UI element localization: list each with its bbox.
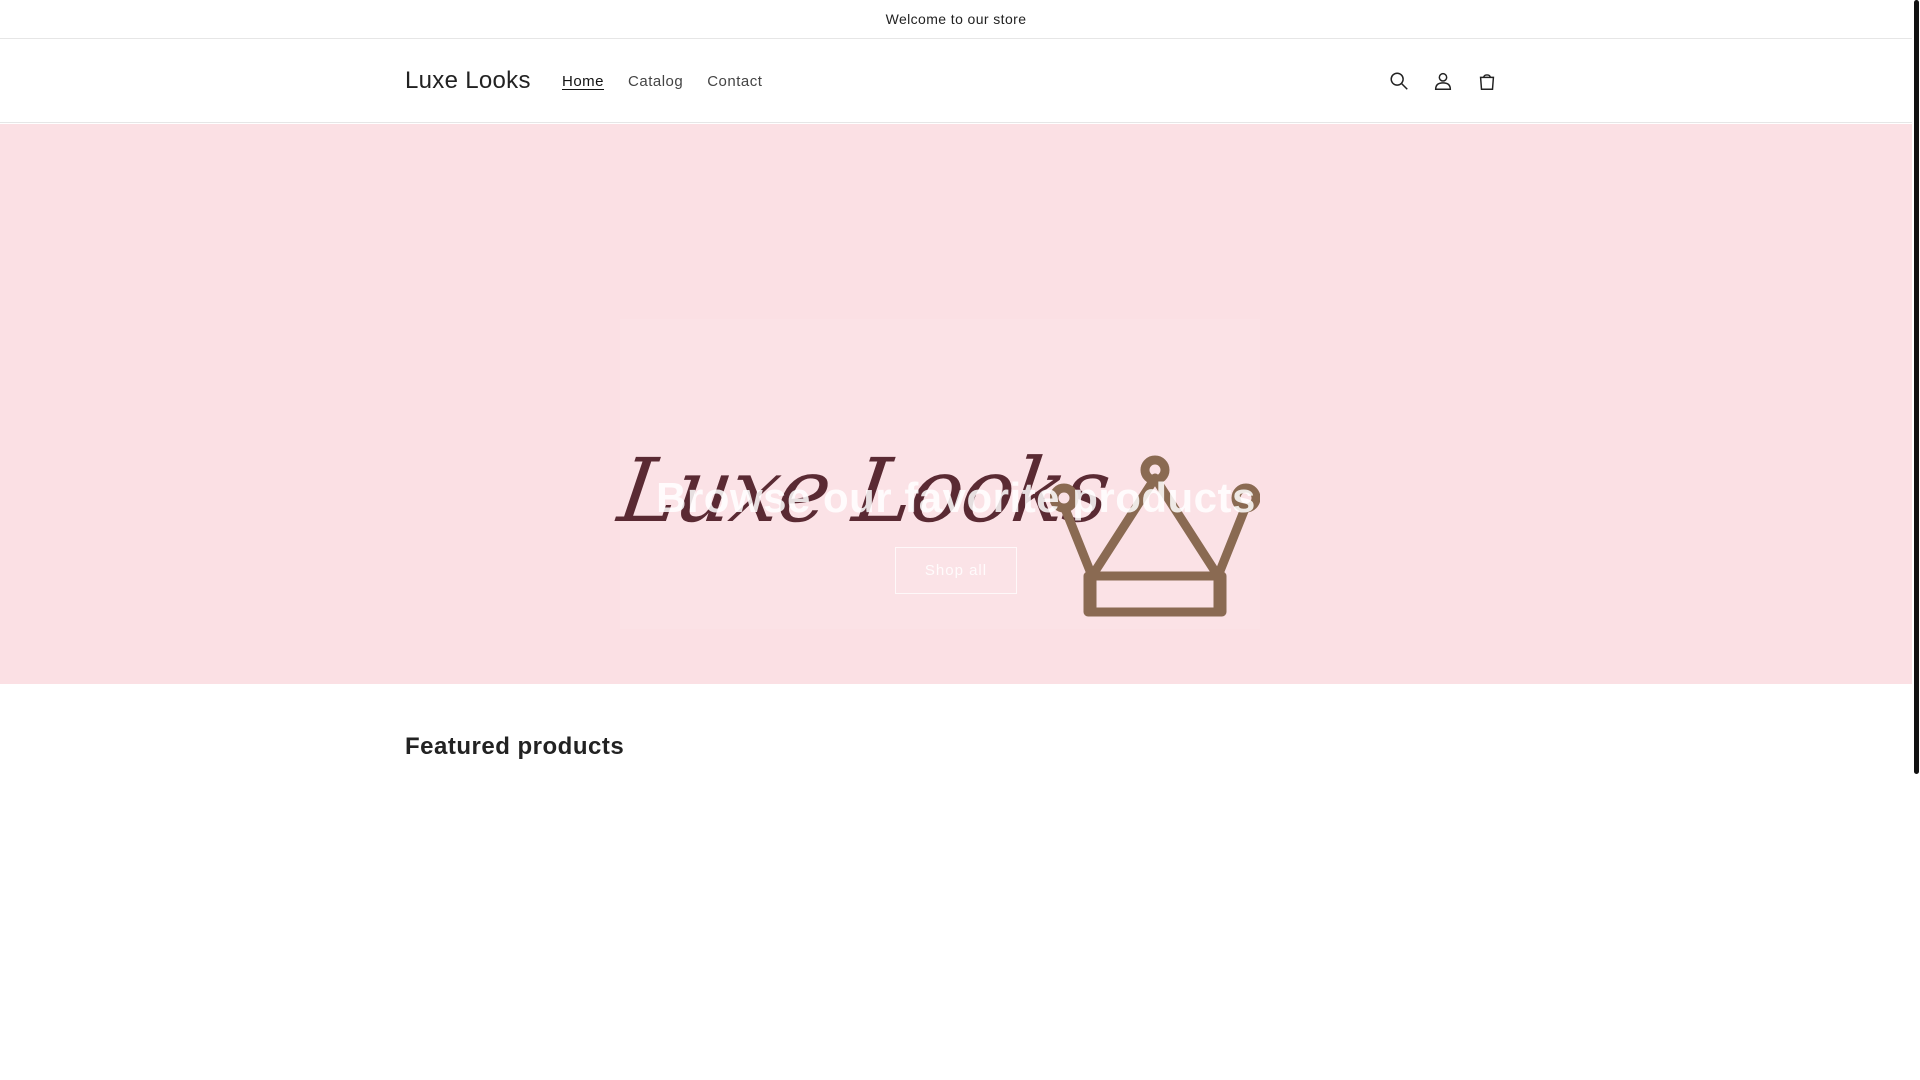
search-icon (1390, 72, 1408, 90)
shop-all-button[interactable]: Shop all (895, 547, 1017, 594)
nav-contact[interactable]: Contact (695, 65, 774, 98)
header-icons (1377, 39, 1509, 123)
storefront: Welcome to our store Luxe Looks Home Cat… (0, 0, 1912, 1080)
store-logo[interactable]: Luxe Looks (405, 39, 531, 123)
main-nav: Home Catalog Contact (550, 39, 774, 123)
page: Welcome to our store Luxe Looks Home Cat… (0, 0, 1920, 1080)
announcement-bar: Welcome to our store (0, 0, 1912, 39)
announcement-text: Welcome to our store (885, 11, 1027, 27)
cart-icon (1479, 74, 1495, 90)
account-button[interactable] (1421, 59, 1465, 103)
scrollbar-thumb[interactable] (1914, 0, 1919, 774)
site-header: Luxe Looks Home Catalog Contact (0, 39, 1912, 123)
nav-catalog[interactable]: Catalog (616, 65, 695, 98)
hero-banner: Luxe Looks Browse our favorite products … (0, 124, 1912, 684)
cart-button[interactable] (1465, 59, 1509, 103)
hero-heading: Browse our favorite products (656, 474, 1256, 521)
search-button[interactable] (1377, 59, 1421, 103)
featured-products-title: Featured products (405, 733, 625, 760)
nav-home[interactable]: Home (550, 65, 616, 98)
account-icon (1434, 72, 1452, 90)
